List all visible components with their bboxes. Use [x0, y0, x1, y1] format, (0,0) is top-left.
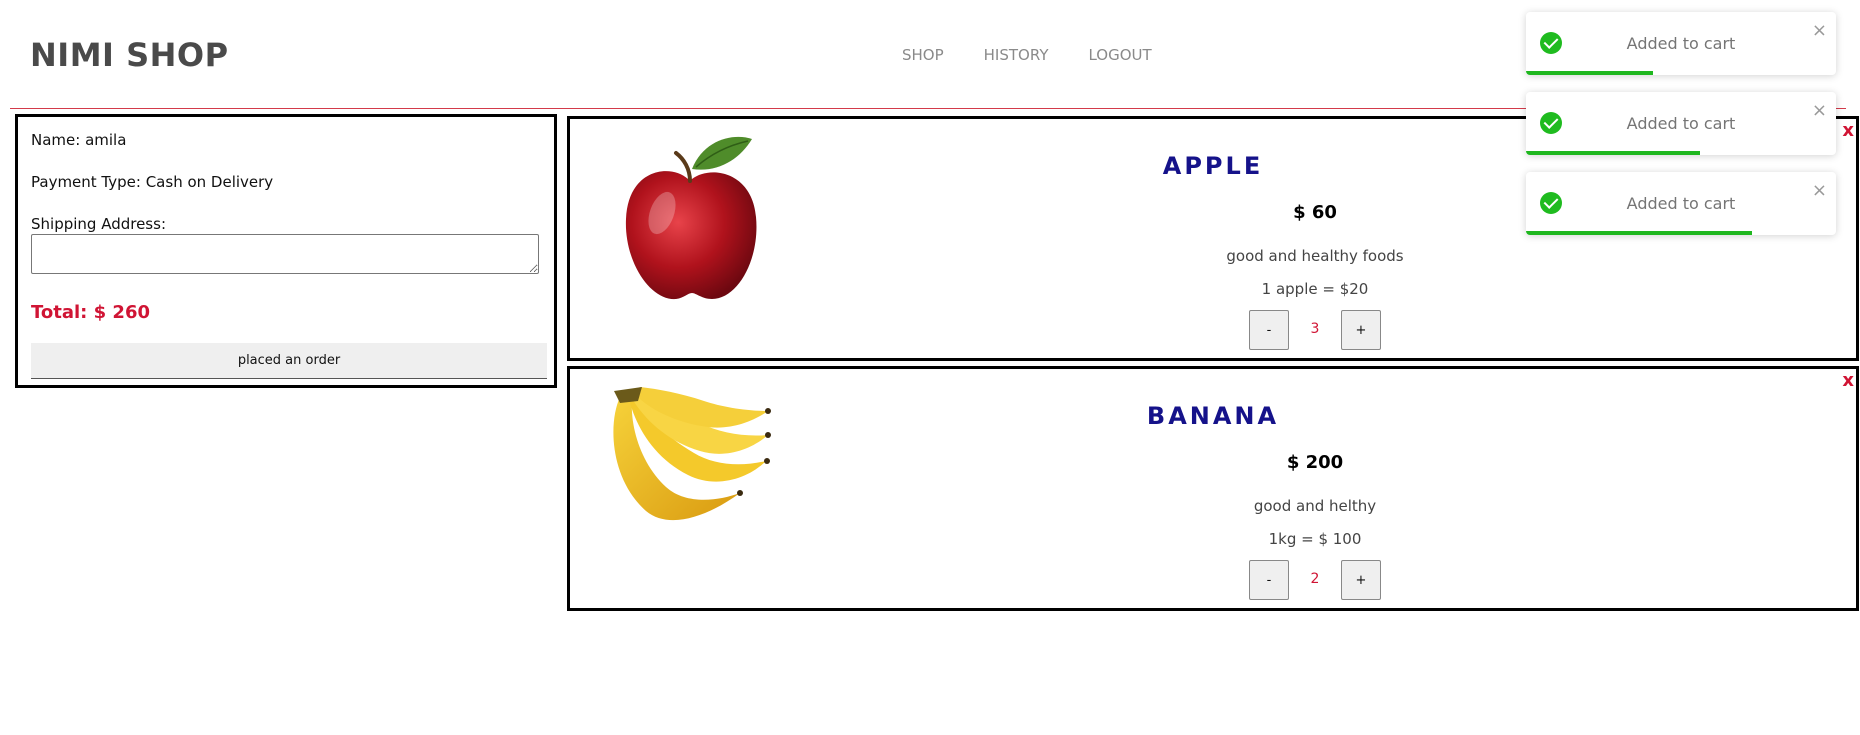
nav-shop[interactable]: SHOP [902, 46, 944, 64]
shop-logo[interactable]: NIMI SHOP [30, 36, 229, 74]
place-order-button[interactable]: placed an order [31, 343, 547, 379]
payment-type: Payment Type: Cash on Delivery [31, 173, 274, 191]
toast-message: Added to cart [1626, 114, 1736, 133]
toast-message: Added to cart [1626, 34, 1736, 53]
quantity-stepper: - 2 + [1249, 560, 1381, 600]
close-icon[interactable]: × [1812, 102, 1827, 120]
nav-history[interactable]: HISTORY [984, 46, 1049, 64]
product-price: $ 60 [1293, 202, 1337, 223]
toast-progress-bar [1526, 71, 1654, 75]
main-nav: SHOP HISTORY LOGOUT [902, 46, 1152, 64]
product-description: good and helthy [1253, 497, 1377, 515]
remove-item-button[interactable]: x [1842, 120, 1854, 141]
increase-quantity-button[interactable]: + [1341, 310, 1381, 350]
product-unit-price: 1 apple = $20 [1261, 280, 1369, 298]
product-card-banana: BANANA $ 200 good and helthy 1kg = $ 100… [567, 366, 1859, 611]
quantity-stepper: - 3 + [1249, 310, 1381, 350]
customer-name: Name: amila [31, 131, 127, 149]
toast-progress-bar [1526, 231, 1753, 235]
toast-progress-bar [1526, 151, 1700, 155]
product-description: good and healthy foods [1226, 247, 1404, 265]
shipping-address-label: Shipping Address: [31, 215, 166, 233]
remove-item-button[interactable]: x [1842, 370, 1854, 391]
increase-quantity-button[interactable]: + [1341, 560, 1381, 600]
product-name: BANANA [1146, 402, 1280, 430]
product-price: $ 200 [1286, 452, 1344, 473]
product-unit-price: 1kg = $ 100 [1268, 530, 1362, 548]
close-icon[interactable]: × [1812, 22, 1827, 40]
toast-notification: Added to cart × [1526, 12, 1836, 75]
nav-logout[interactable]: LOGOUT [1088, 46, 1151, 64]
checkout-panel: Name: amila Payment Type: Cash on Delive… [15, 114, 557, 388]
toast-message: Added to cart [1626, 194, 1736, 213]
shipping-address-input[interactable] [31, 234, 539, 274]
order-total: Total: $ 260 [31, 302, 151, 323]
toast-notification: Added to cart × [1526, 172, 1836, 235]
close-icon[interactable]: × [1812, 182, 1827, 200]
toast-notification: Added to cart × [1526, 92, 1836, 155]
